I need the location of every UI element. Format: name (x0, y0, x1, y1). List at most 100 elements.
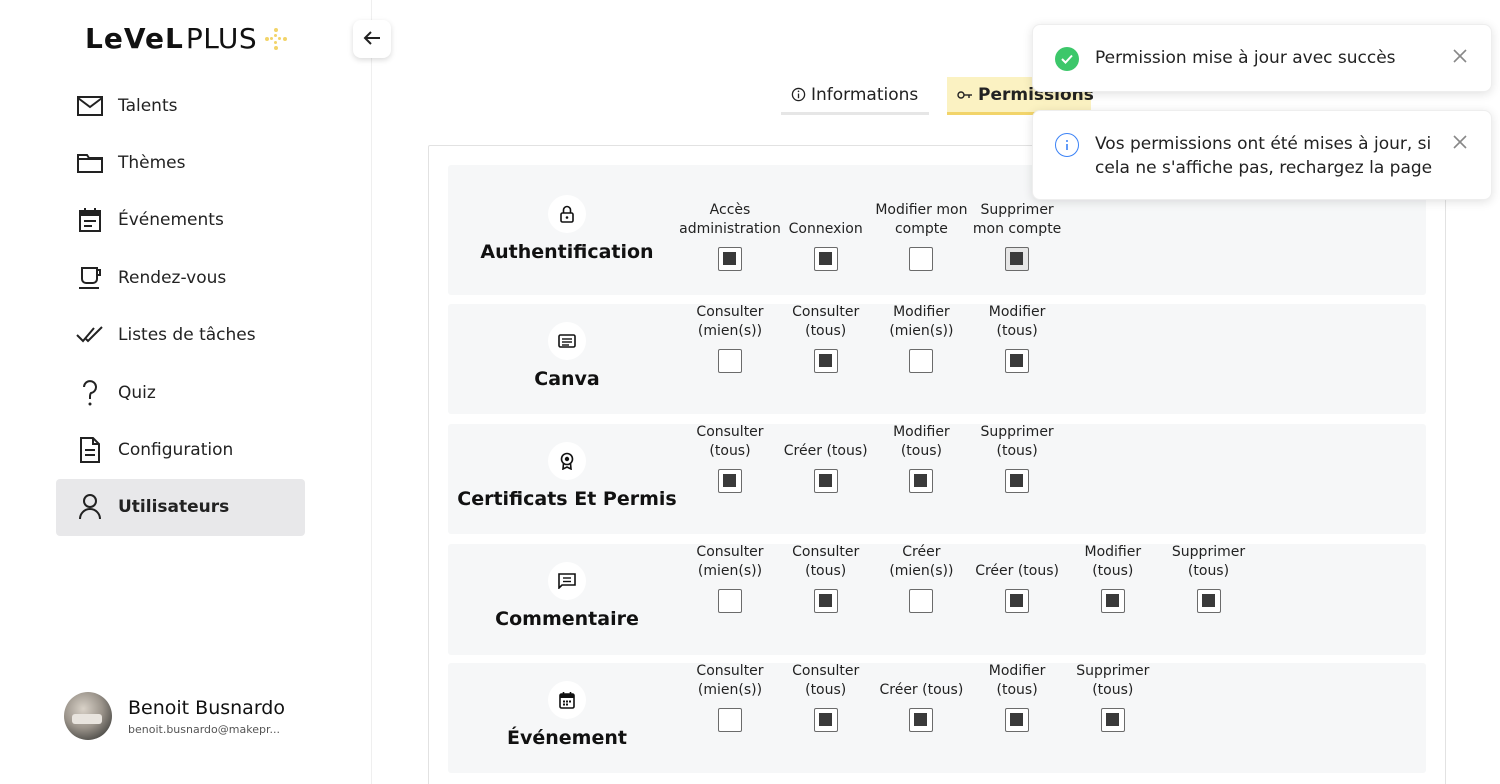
permission-checkbox[interactable] (718, 589, 742, 613)
close-icon[interactable] (1449, 45, 1471, 67)
permission-checkbox[interactable] (1005, 349, 1030, 373)
permission-item: Consulter (mien(s)) (682, 524, 778, 613)
permission-item: Modifier (tous) (969, 284, 1065, 373)
permission-checkbox[interactable] (909, 708, 934, 732)
sidebar-item-label: Événements (118, 210, 224, 231)
collapse-sidebar-button[interactable] (353, 20, 391, 58)
question-icon (76, 379, 104, 407)
permission-checkbox[interactable] (813, 247, 838, 271)
permission-label: Connexion (788, 221, 863, 237)
tab-label: Informations (811, 84, 919, 105)
info-icon (791, 87, 806, 102)
permission-row-certificats-et-permis: Certificats Et Permis Consulter (tous) Cré… (448, 424, 1426, 534)
permission-label: Supprimer (tous) (980, 424, 1054, 459)
permission-item: Consulter (tous) (778, 524, 874, 613)
permission-item: Connexion (778, 163, 874, 271)
permission-label: Supprimer (tous) (1171, 544, 1246, 579)
permission-item: Modifier mon compte (873, 163, 969, 271)
permission-item: Modifier (tous) (969, 643, 1065, 732)
permission-label: Modifier (mien(s)) (889, 304, 954, 339)
logo-text-plus: PLUS (185, 22, 258, 55)
avatar (64, 692, 112, 740)
arrow-left-icon (363, 30, 381, 49)
permission-checkbox[interactable] (813, 349, 838, 373)
permission-label: Créer (tous) (783, 443, 868, 459)
sidebar: LeVeL PLUS Talents Thèmes Événements Ren… (0, 0, 372, 784)
permission-item: Consulter (mien(s)) (682, 643, 778, 732)
calendar-small-icon (548, 681, 586, 719)
permission-item: Consulter (tous) (682, 404, 778, 493)
permission-label: Créer (tous) (975, 563, 1059, 579)
calendar-icon (76, 206, 104, 234)
permissions-panel: Authentification Accès administration Conn… (428, 145, 1446, 784)
sidebar-item-configuration[interactable]: Configuration (56, 421, 305, 478)
permission-label: Consulter (tous) (792, 304, 860, 339)
permission-checkbox[interactable] (813, 589, 838, 613)
module-header: Certificats Et Permis (448, 442, 686, 510)
permission-checkbox[interactable] (813, 469, 838, 493)
permission-checkbox[interactable] (909, 349, 934, 373)
comment-icon (548, 562, 586, 600)
sidebar-item-evenements[interactable]: Événements (56, 192, 305, 249)
logo-text-level: LeVeL (85, 22, 184, 55)
permission-checkbox[interactable] (909, 469, 934, 493)
permission-checkbox[interactable] (909, 247, 934, 271)
permission-item: Consulter (tous) (778, 284, 874, 373)
award-icon (548, 442, 586, 480)
sidebar-item-listes-taches[interactable]: Listes de tâches (56, 307, 305, 364)
sidebar-item-themes[interactable]: Thèmes (56, 134, 305, 191)
toast-message: Vos permissions ont été mises à jour, si… (1095, 134, 1433, 178)
canva-icon (548, 322, 586, 360)
permission-item: Modifier (tous) (1065, 524, 1161, 613)
permission-label: Consulter (tous) (792, 544, 860, 579)
success-check-icon (1055, 47, 1079, 71)
permission-checkbox[interactable] (1005, 247, 1030, 271)
permission-label: Consulter (mien(s)) (696, 304, 764, 339)
sidebar-item-quiz[interactable]: Quiz (56, 364, 305, 421)
permission-item: Modifier (mien(s)) (873, 284, 969, 373)
module-header: Événement (448, 681, 686, 749)
permission-label: Modifier mon compte (875, 202, 968, 237)
toast-info: Vos permissions ont été mises à jour, si… (1032, 110, 1492, 200)
permission-checkbox[interactable] (718, 708, 742, 732)
user-icon (76, 493, 104, 521)
permission-checkbox[interactable] (718, 247, 742, 271)
permission-label: Modifier (tous) (988, 304, 1046, 339)
sidebar-item-label: Rendez-vous (118, 267, 227, 288)
permission-item: Créer (tous) (778, 404, 874, 493)
module-header: Commentaire (448, 562, 686, 630)
permission-item: Créer (tous) (969, 524, 1065, 613)
permission-label: Accès administration (679, 202, 781, 237)
sidebar-item-talents[interactable]: Talents (56, 77, 305, 134)
permission-item: Consulter (tous) (778, 643, 874, 732)
sidebar-item-label: Utilisateurs (118, 497, 230, 518)
permission-checkbox[interactable] (1100, 589, 1125, 613)
permission-label: Consulter (mien(s)) (696, 544, 764, 579)
sidebar-item-rendez-vous[interactable]: Rendez-vous (56, 249, 305, 306)
permission-checkbox[interactable] (1005, 708, 1030, 732)
permission-item: Supprimer (tous) (1065, 643, 1161, 732)
user-profile[interactable]: Benoit Busnardo benoit.busnardo@makepr..… (64, 692, 285, 740)
permission-checkbox[interactable] (813, 708, 838, 732)
permission-checkbox[interactable] (1005, 589, 1030, 613)
permission-label: Consulter (tous) (696, 424, 764, 459)
permission-checkbox[interactable] (718, 469, 742, 493)
tab-informations[interactable]: Informations (781, 77, 929, 115)
permission-item: Consulter (mien(s)) (682, 284, 778, 373)
permission-label: Modifier (tous) (893, 424, 950, 459)
cup-icon (76, 264, 104, 292)
sidebar-item-utilisateurs[interactable]: Utilisateurs (56, 478, 305, 537)
permission-checkbox[interactable] (1100, 708, 1125, 732)
module-name: Événement (507, 727, 627, 749)
info-circle-icon (1055, 133, 1079, 157)
toast-success: Permission mise à jour avec succès (1032, 24, 1492, 92)
app-logo[interactable]: LeVeL PLUS (85, 22, 288, 55)
permission-checkbox[interactable] (1196, 589, 1221, 613)
permission-checkbox[interactable] (1005, 469, 1030, 493)
close-icon[interactable] (1449, 131, 1471, 153)
permission-row-v-nement: Événement Consulter (mien(s)) Consulter (t… (448, 663, 1426, 773)
permission-checkbox[interactable] (718, 349, 742, 373)
permission-checkbox[interactable] (909, 589, 934, 613)
permission-item: Modifier (tous) (873, 404, 969, 493)
permission-label: Modifier (tous) (1084, 544, 1142, 579)
